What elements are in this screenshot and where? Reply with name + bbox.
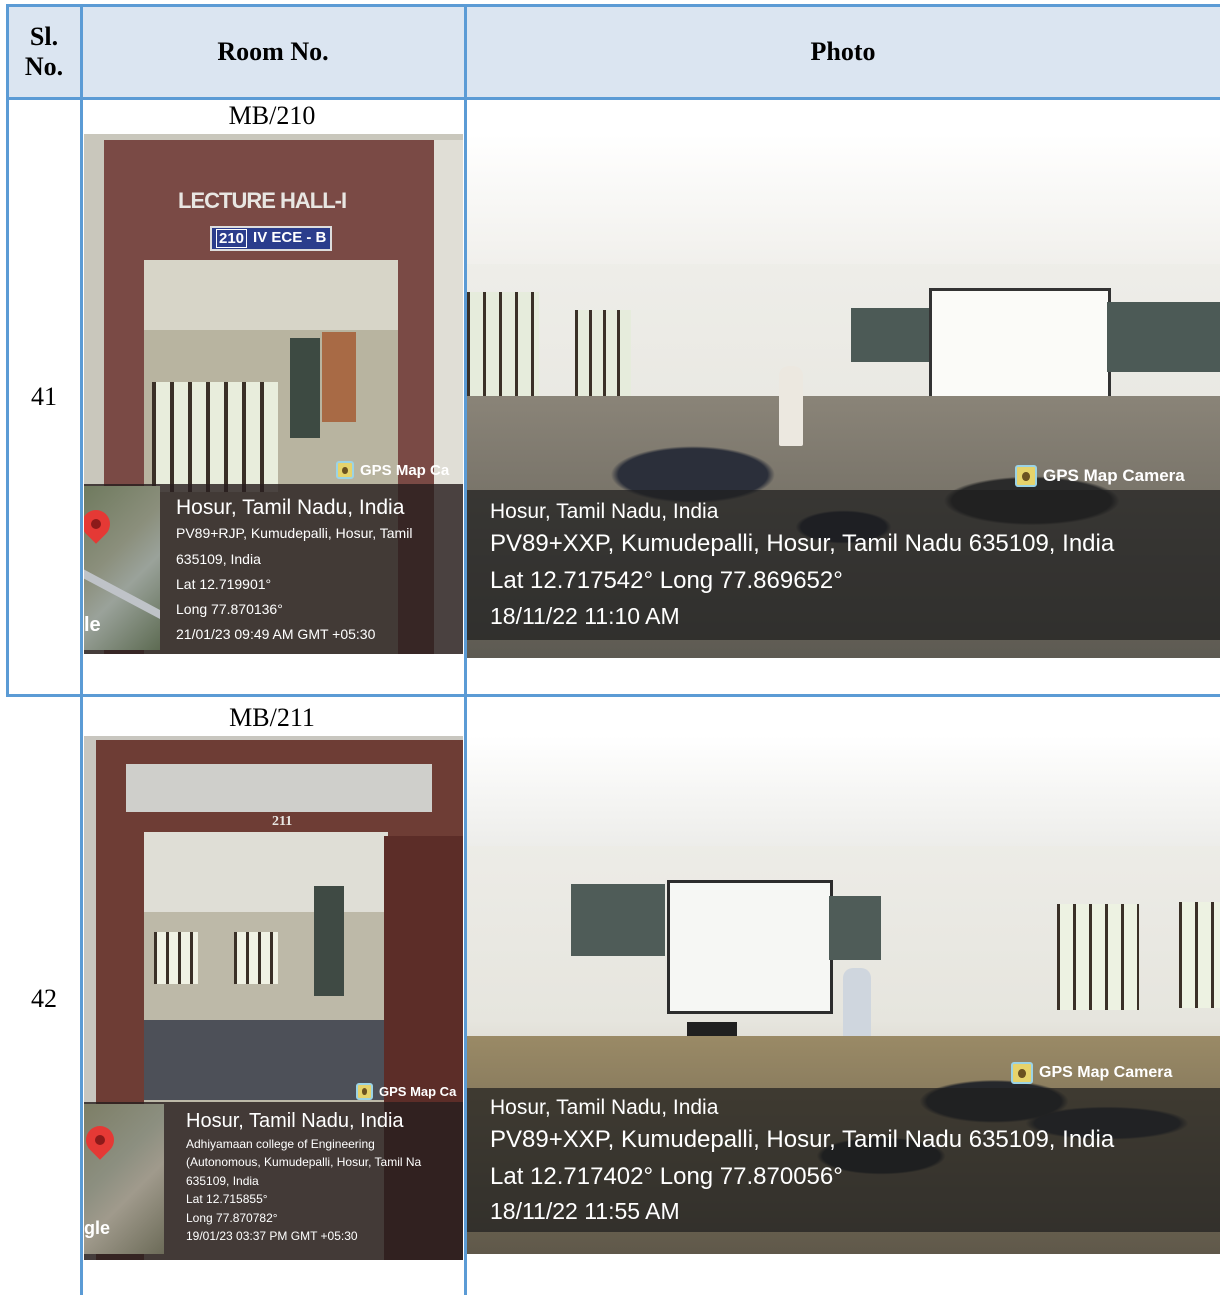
- window-right: [234, 932, 278, 984]
- row-42-door-photo: 211 GPS Map Ca gle Hosur, Tamil Nadu, In…: [84, 736, 463, 1260]
- class-datetime: 18/11/22 11:55 AM: [490, 1198, 680, 1224]
- door-latitude: Lat 12.719901°: [176, 576, 272, 592]
- blackboard: [314, 886, 344, 996]
- class-gps-badge-label: GPS Map Camera: [1039, 1064, 1173, 1081]
- blackboard: [290, 338, 320, 438]
- teacher: [779, 366, 803, 446]
- table-header-bottom: [6, 97, 1220, 100]
- row-41-class-photo: GPS Map Camera Hosur, Tamil Nadu, India …: [467, 134, 1220, 658]
- header-photo: Photo: [810, 37, 876, 66]
- ceiling: [467, 134, 1220, 264]
- map-google-text: le: [84, 614, 101, 636]
- class-address: PV89+XXP, Kumudepalli, Hosur, Tamil Nadu…: [490, 1126, 1115, 1153]
- class-location-title: Hosur, Tamil Nadu, India: [490, 1096, 719, 1119]
- window-right-1: [1057, 904, 1139, 1010]
- door-gps-badge-label: GPS Map Ca: [379, 1084, 457, 1099]
- floor: [144, 1020, 388, 1100]
- gps-camera-icon: [336, 461, 354, 479]
- row-42-class-photo: GPS Map Camera Hosur, Tamil Nadu, India …: [467, 736, 1220, 1254]
- door-address-line-2: 635109, India: [176, 551, 261, 567]
- door-longitude: Long 77.870782°: [186, 1211, 278, 1225]
- door-datetime: 21/01/23 09:49 AM GMT +05:30: [176, 626, 376, 642]
- class-gps-badge-label: GPS Map Camera: [1043, 466, 1185, 485]
- class-gps-badge: GPS Map Camera: [1015, 465, 1185, 487]
- window-right-2: [1179, 902, 1220, 1008]
- class-location-title: Hosur, Tamil Nadu, India: [490, 500, 719, 523]
- class-address: PV89+XXP, Kumudepalli, Hosur, Tamil Nadu…: [490, 530, 1115, 557]
- door-address-line-3: 635109, India: [186, 1174, 259, 1188]
- ceiling: [467, 736, 1220, 846]
- header-room-no: Room No.: [217, 37, 329, 66]
- table-border-top: [6, 4, 1220, 7]
- door-gps-badge-label: GPS Map Ca: [360, 461, 450, 479]
- table-col-divider-2: [464, 4, 467, 1295]
- map-pin-icon: [84, 504, 116, 544]
- door-gps-badge: GPS Map Ca: [356, 1083, 456, 1100]
- door-sign-plate: 210 IV ECE - B: [210, 226, 333, 251]
- gps-camera-icon: [356, 1083, 373, 1100]
- map-pin-icon: [84, 1120, 120, 1160]
- row-41-sl-no: 41: [31, 382, 57, 411]
- transom: [126, 764, 432, 812]
- class-gps-badge: GPS Map Camera: [1011, 1062, 1172, 1084]
- door-address-line-1: Adhiyamaan college of Engineering: [186, 1137, 375, 1151]
- window: [152, 382, 278, 492]
- door-sign-plate-text: IV ECE - B: [253, 229, 327, 246]
- door-number-plate: 211: [272, 814, 293, 829]
- gps-camera-icon: [1011, 1062, 1033, 1084]
- blackboard-right: [829, 896, 881, 960]
- door-gps-badge: GPS Map Ca: [336, 461, 449, 479]
- blackboard-right: [1107, 302, 1220, 372]
- table-border-left: [6, 4, 9, 697]
- teacher: [843, 968, 871, 1046]
- notice-board: [322, 332, 356, 422]
- row-41-room-no: MB/210: [228, 101, 316, 130]
- door-latitude: Lat 12.715855°: [186, 1192, 268, 1206]
- door-sign-title: LECTURE HALL-I: [178, 188, 347, 213]
- row-42-room-no: MB/211: [229, 703, 315, 732]
- window-left: [467, 292, 539, 402]
- map-google-text: gle: [84, 1218, 111, 1238]
- projector-screen: [667, 880, 833, 1014]
- door-map-thumbnail: gle: [84, 1104, 164, 1254]
- door-location-title: Hosur, Tamil Nadu, India: [176, 496, 405, 519]
- door-map-thumbnail: le: [84, 486, 160, 650]
- door-datetime: 19/01/23 03:37 PM GMT +05:30: [186, 1229, 358, 1243]
- door-address-line-2: (Autonomous, Kumudepalli, Hosur, Tamil N…: [186, 1155, 422, 1169]
- doorway-ceiling: [144, 832, 388, 912]
- class-datetime: 18/11/22 11:10 AM: [490, 603, 680, 629]
- door-sign-plate-number: 210: [216, 229, 248, 248]
- blackboard-left: [571, 884, 665, 956]
- blackboard-left: [851, 308, 929, 362]
- row-42-sl-no: 42: [31, 984, 57, 1013]
- door-location-title: Hosur, Tamil Nadu, India: [186, 1110, 404, 1132]
- window-left: [154, 932, 198, 984]
- window-middle: [575, 310, 631, 398]
- row-41-door-photo: LECTURE HALL-I 210 IV ECE - B GPS Map Ca…: [84, 134, 463, 654]
- class-coordinates: Lat 12.717542° Long 77.869652°: [490, 567, 843, 594]
- door-address-line-1: PV89+RJP, Kumudepalli, Hosur, Tamil: [176, 525, 413, 541]
- table-row-41-bottom: [6, 694, 1220, 697]
- door-longitude: Long 77.870136°: [176, 601, 283, 617]
- doorway-ceiling: [144, 260, 398, 330]
- header-sl-no: Sl. No.: [24, 22, 64, 81]
- gps-camera-icon: [1015, 465, 1037, 487]
- table-col-divider-1: [80, 4, 83, 1295]
- class-coordinates: Lat 12.717402° Long 77.870056°: [490, 1163, 843, 1190]
